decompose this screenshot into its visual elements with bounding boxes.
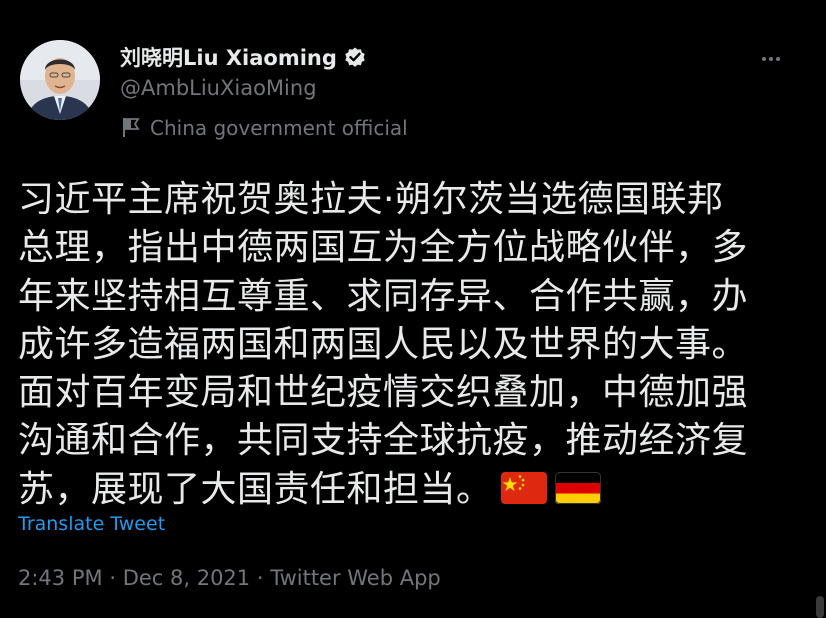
scrollbar[interactable] (814, 0, 826, 618)
more-options-button[interactable] (756, 44, 786, 74)
tweet-line: 沟通和合作，共同支持全球抗疫，推动经济复 (18, 420, 749, 462)
tweet-time[interactable]: 2:43 PM (18, 566, 103, 590)
meta-separator: · (109, 566, 116, 590)
flag-icon (120, 116, 142, 143)
verified-badge-icon (343, 45, 367, 74)
meta-separator: · (256, 566, 264, 590)
tweet-source[interactable]: Twitter Web App (270, 566, 441, 590)
display-name[interactable]: 刘晓明Liu Xiaoming (120, 42, 367, 74)
user-handle[interactable]: @AmbLiuXiaoMing (120, 76, 317, 100)
display-name-text: 刘晓明Liu Xiaoming (120, 46, 337, 70)
avatar[interactable] (20, 40, 100, 120)
tweet-meta: 2:43 PM · Dec 8, 2021 · Twitter Web App (18, 566, 441, 590)
tweet-line: 成许多造福两国和两国人民以及世界的大事。 (18, 323, 749, 365)
government-label-text: China government official (150, 116, 408, 140)
scrollbar-thumb[interactable] (816, 596, 824, 618)
translate-tweet-link[interactable]: Translate Tweet (18, 513, 165, 535)
tweet-line-text: 苏，展现了大国责任和担当。 (18, 468, 493, 510)
tweet-line: 总理，指出中德两国互为全方位战略伙伴，多 (18, 227, 749, 269)
tweet-line-last: 苏，展现了大国责任和担当。 (18, 466, 808, 517)
more-options-icon (762, 57, 780, 61)
germany-flag-icon (554, 469, 601, 517)
china-flag-icon (500, 469, 547, 517)
tweet-line: 面对百年变局和世纪疫情交织叠加，中德加强 (18, 372, 749, 414)
tweet-text: 习近平主席祝贺奥拉夫·朔尔茨当选德国联邦 总理，指出中德两国互为全方位战略伙伴，… (18, 176, 808, 517)
tweet-line: 习近平主席祝贺奥拉夫·朔尔茨当选德国联邦 (18, 179, 724, 220)
tweet: 刘晓明Liu Xiaoming @AmbLiuXiaoMing China go… (0, 0, 826, 618)
tweet-date[interactable]: Dec 8, 2021 (123, 566, 250, 590)
tweet-line: 年来坚持相互尊重、求同存异、合作共赢，办 (18, 275, 749, 317)
government-label: China government official (120, 116, 408, 143)
